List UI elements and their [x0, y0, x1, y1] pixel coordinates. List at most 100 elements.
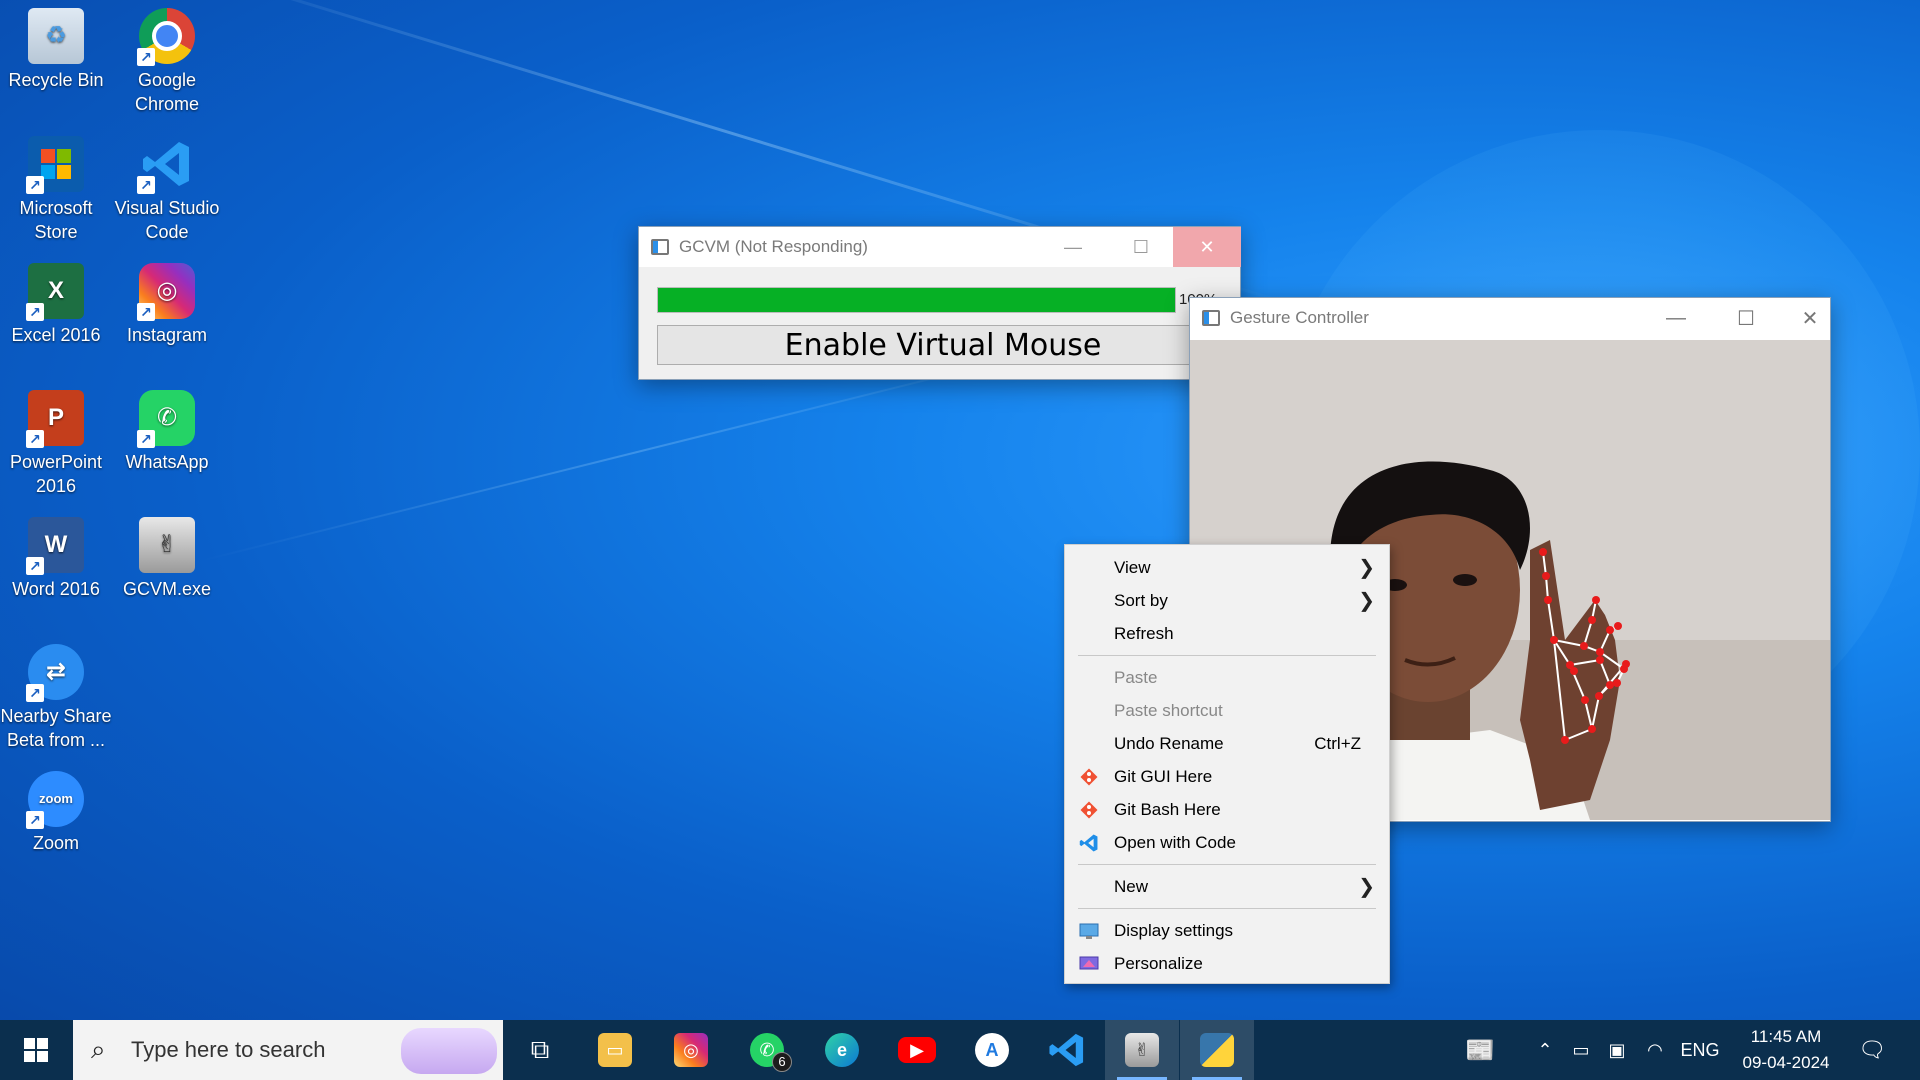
maximize-icon[interactable]: ☐ — [1107, 227, 1175, 267]
search-placeholder: Type here to search — [131, 1037, 326, 1062]
task-view-icon: ⧉ — [530, 1034, 550, 1064]
git-icon — [1080, 768, 1098, 785]
gcvm-titlebar[interactable]: GCVM (Not Responding) — ☐ ✕ — [639, 227, 1241, 267]
news-icon: 📰 — [1465, 1036, 1495, 1064]
taskbar-gcvm[interactable]: ✌ — [1105, 1020, 1179, 1080]
desktop-icon-label: Nearby Share Beta from ... — [0, 706, 112, 750]
desktop-icon-label: Google Chrome — [134, 70, 200, 114]
taskbar: ⌕ Type here to search ⧉ ▭ ◎ ✆ 6 e ▶ A ✌ … — [0, 1020, 1920, 1080]
news-widget-button[interactable]: 📰 — [1455, 1020, 1505, 1080]
gcvm-title: GCVM (Not Responding) — [679, 237, 868, 256]
desktop-icon-label: Instagram — [126, 325, 208, 345]
battery-icon: ▭ — [1572, 1039, 1590, 1060]
vscode-icon — [1049, 1033, 1084, 1067]
task-view-button[interactable]: ⧉ — [503, 1020, 577, 1080]
gcvm-window[interactable]: GCVM (Not Responding) — ☐ ✕ 100% Enable … — [638, 226, 1241, 380]
action-center-button[interactable]: 🗨 — [1848, 1020, 1896, 1080]
network-button[interactable]: ◠ — [1640, 1020, 1670, 1080]
instagram-icon: ◎ ↗ — [137, 263, 195, 321]
enable-virtual-mouse-button[interactable]: Enable Virtual Mouse — [657, 325, 1229, 365]
desktop-icon-word[interactable]: W ↗ Word 2016 — [0, 511, 112, 601]
vscode-icon: ↗ — [137, 136, 195, 194]
menu-item-sort-by[interactable]: Sort by ❯ — [1065, 584, 1389, 617]
desktop-icon-chrome[interactable]: ↗ Google Chrome — [111, 2, 223, 116]
desktop-icon-nearby-share[interactable]: ⇄ ↗ Nearby Share Beta from ... — [0, 638, 112, 752]
gcvm-icon: ✌ — [1125, 1033, 1159, 1067]
battery-button[interactable]: ▭ — [1566, 1020, 1596, 1080]
windows-logo-icon — [24, 1038, 48, 1062]
language-indicator[interactable]: ENG — [1675, 1020, 1725, 1080]
minimize-icon[interactable]: — — [1039, 227, 1107, 267]
desktop-icon-label: WhatsApp — [125, 452, 209, 472]
desktop-icon-gcvm[interactable]: ✌ GCVM.exe — [111, 511, 223, 601]
gesture-titlebar[interactable]: Gesture Controller — ☐ ✕ — [1190, 298, 1830, 338]
desktop-icon-label: Microsoft Store — [19, 198, 93, 242]
notification-icon: 🗨 — [1858, 1037, 1886, 1062]
menu-item-new[interactable]: New ❯ — [1065, 870, 1389, 903]
vscode-icon — [1079, 834, 1098, 851]
taskbar-python[interactable] — [1180, 1020, 1254, 1080]
desktop-icon-zoom[interactable]: zoom ↗ Zoom — [0, 765, 112, 855]
minimize-icon[interactable]: — — [1642, 298, 1710, 338]
taskbar-clock[interactable]: 11:45 AM 09-04-2024 — [1726, 1024, 1846, 1076]
taskbar-search[interactable]: ⌕ Type here to search — [73, 1020, 503, 1080]
close-icon[interactable]: ✕ — [1776, 298, 1844, 338]
start-button[interactable] — [0, 1020, 72, 1080]
chrome-icon: ↗ — [137, 8, 195, 66]
whatsapp-icon: ✆ ↗ — [137, 390, 195, 448]
gesture-title: Gesture Controller — [1230, 308, 1369, 327]
menu-item-refresh[interactable]: Refresh — [1065, 617, 1389, 650]
progress-fill — [658, 288, 1175, 312]
menu-item-open-with-code[interactable]: Open with Code — [1065, 826, 1389, 859]
meet-now-button[interactable]: ▣ — [1602, 1020, 1632, 1080]
personalize-icon — [1079, 956, 1099, 969]
window-app-icon — [1202, 310, 1220, 326]
show-hidden-icons-button[interactable]: ⌃ — [1530, 1020, 1560, 1080]
taskbar-instagram[interactable]: ◎ — [654, 1020, 728, 1080]
taskbar-app-store[interactable]: A — [955, 1020, 1029, 1080]
wifi-icon: ◠ — [1647, 1039, 1663, 1060]
search-highlight-image — [401, 1028, 497, 1074]
app-store-icon: A — [975, 1033, 1009, 1067]
menu-item-personalize[interactable]: Personalize — [1065, 947, 1389, 980]
taskbar-whatsapp[interactable]: ✆ 6 — [730, 1020, 804, 1080]
desktop-icon-label: Recycle Bin — [8, 70, 104, 90]
menu-separator — [1078, 864, 1376, 865]
menu-item-git-bash[interactable]: Git Bash Here — [1065, 793, 1389, 826]
taskbar-edge[interactable]: e — [805, 1020, 879, 1080]
maximize-icon[interactable]: ☐ — [1712, 298, 1780, 338]
menu-shortcut: Ctrl+Z — [1314, 733, 1361, 753]
chevron-right-icon: ❯ — [1358, 590, 1375, 612]
python-icon — [1200, 1033, 1234, 1067]
menu-separator — [1078, 908, 1376, 909]
desktop-icon-recycle-bin[interactable]: ♻ Recycle Bin — [0, 2, 112, 92]
menu-item-paste-shortcut[interactable]: Paste shortcut — [1065, 694, 1389, 727]
desktop-icon-powerpoint[interactable]: P ↗ PowerPoint 2016 — [0, 384, 112, 498]
window-app-icon — [651, 239, 669, 255]
menu-item-undo-rename[interactable]: Undo Rename Ctrl+Z — [1065, 727, 1389, 760]
progress-bar — [657, 287, 1176, 313]
menu-separator — [1078, 655, 1376, 656]
excel-icon: X ↗ — [26, 263, 84, 321]
desktop-icon-label: Word 2016 — [12, 579, 100, 599]
desktop-icon-whatsapp[interactable]: ✆ ↗ WhatsApp — [111, 384, 223, 474]
menu-item-display-settings[interactable]: Display settings — [1065, 914, 1389, 947]
microsoft-store-icon: ↗ — [26, 136, 84, 194]
desktop-icon-instagram[interactable]: ◎ ↗ Instagram — [111, 257, 223, 347]
taskbar-file-explorer[interactable]: ▭ — [578, 1020, 652, 1080]
desktop-icon-excel[interactable]: X ↗ Excel 2016 — [0, 257, 112, 347]
desktop-icon-vscode[interactable]: ↗ Visual Studio Code — [111, 130, 223, 244]
display-icon — [1079, 923, 1099, 939]
close-icon[interactable]: ✕ — [1173, 227, 1241, 267]
instagram-icon: ◎ — [674, 1033, 708, 1067]
menu-item-git-gui[interactable]: Git GUI Here — [1065, 760, 1389, 793]
menu-item-paste[interactable]: Paste — [1065, 661, 1389, 694]
desktop-icon-microsoft-store[interactable]: ↗ Microsoft Store — [0, 130, 112, 244]
menu-item-view[interactable]: View ❯ — [1065, 551, 1389, 584]
taskbar-vscode[interactable] — [1030, 1020, 1104, 1080]
desktop-icon-label: Excel 2016 — [11, 325, 101, 345]
desktop-icon-label: Zoom — [32, 833, 79, 853]
taskbar-youtube[interactable]: ▶ — [880, 1020, 954, 1080]
desktop-icon-label: PowerPoint 2016 — [9, 452, 103, 496]
desktop-icon-label: Visual Studio Code — [114, 198, 220, 242]
